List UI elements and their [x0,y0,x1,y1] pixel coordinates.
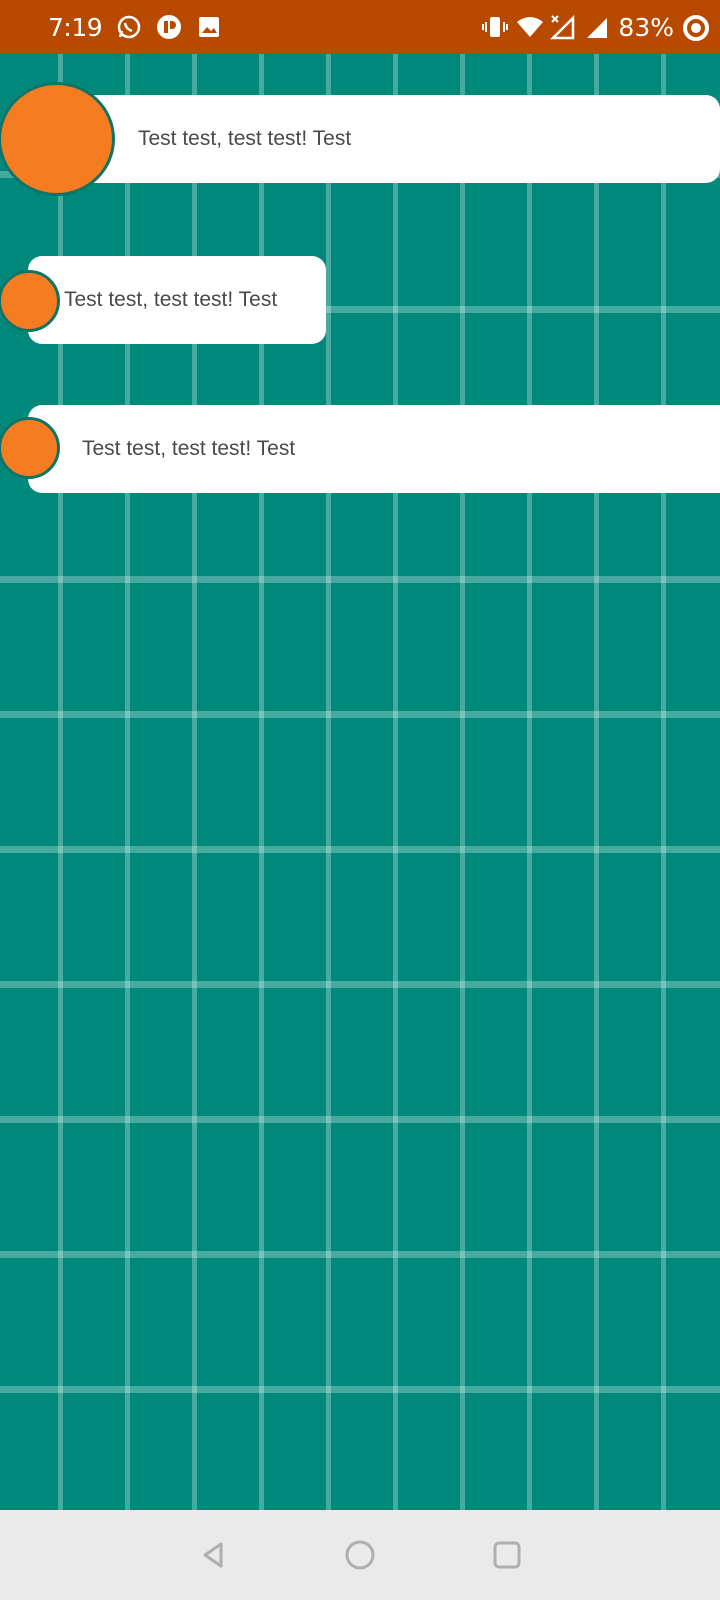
signal-x-icon [550,14,576,40]
message-bubble: Test test, test test! Test [28,405,720,493]
status-time: 7:19 [48,12,103,42]
whatsapp-icon [116,14,142,40]
status-left: 7:19 [48,0,222,54]
recents-button[interactable] [484,1532,530,1578]
image-icon [196,14,222,40]
wifi-icon [516,14,544,40]
message-bubble: Test test, test test! Test [60,95,720,183]
signal-icon [584,14,610,40]
back-button[interactable] [190,1532,236,1578]
back-icon [203,1542,223,1568]
message-text: Test test, test test! Test [82,437,296,460]
recents-icon [493,1541,521,1569]
avatar[interactable] [0,417,60,479]
status-bar: 7:19 83% [0,0,720,54]
message-text: Test test, test test! Test [64,288,278,311]
home-button[interactable] [337,1532,383,1578]
message-text: Test test, test test! Test [138,127,352,150]
avatar[interactable] [0,82,115,196]
status-right: 83% [482,0,709,54]
message-bubble: Test test, test test! Test [28,256,326,344]
battery-saver-icon [682,14,709,41]
battery-percentage: 83% [618,12,674,42]
navigation-bar [0,1510,720,1600]
app-notification-icon [156,14,182,40]
home-icon [345,1540,375,1570]
avatar[interactable] [0,270,60,332]
vibrate-icon [482,14,509,40]
